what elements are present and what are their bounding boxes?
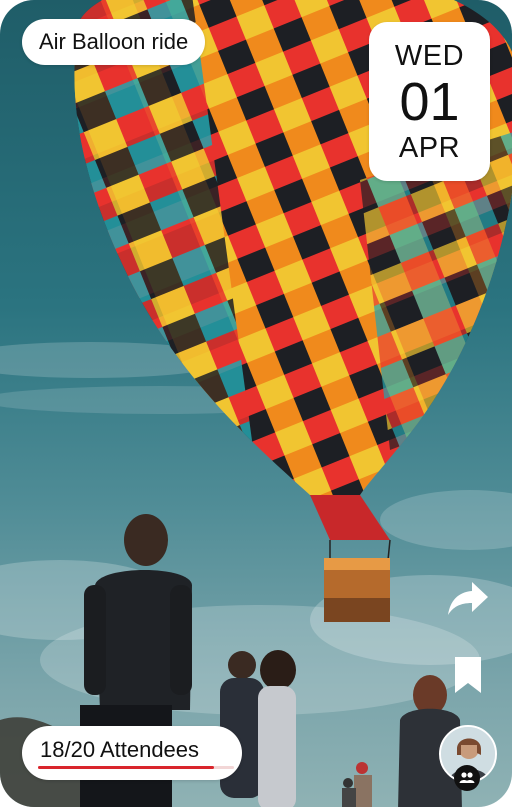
bookmark-button[interactable] — [453, 655, 483, 695]
bookmark-icon — [455, 657, 481, 693]
organizer-avatar-button[interactable] — [439, 725, 497, 791]
attendees-counter[interactable]: 18/20 Attendees — [22, 726, 242, 780]
event-date-card: WED 01 APR — [369, 22, 490, 181]
attendees-label: 18/20 Attendees — [40, 737, 200, 762]
attendees-progress-fill — [38, 766, 215, 769]
event-card[interactable]: Air Balloon ride WED 01 APR 18/20 Attend… — [0, 0, 512, 807]
group-people-icon — [454, 765, 480, 791]
attendees-progress-track — [38, 766, 234, 769]
share-arrow-icon — [448, 582, 488, 615]
date-month: APR — [398, 131, 461, 164]
share-button[interactable] — [446, 578, 490, 618]
date-weekday: WED — [394, 39, 465, 72]
event-title-text: Air Balloon ride — [39, 29, 189, 54]
date-day: 01 — [399, 71, 460, 132]
event-title: Air Balloon ride — [22, 19, 206, 65]
